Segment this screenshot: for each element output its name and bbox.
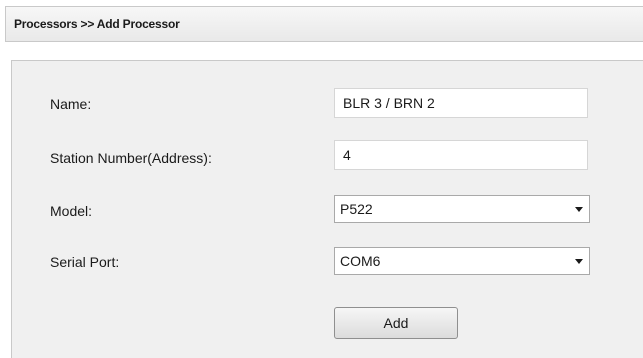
serial-port-dropdown[interactable]: COM6: [334, 247, 590, 275]
chevron-down-icon[interactable]: [575, 259, 583, 264]
name-label: Name:: [50, 96, 92, 112]
model-dropdown[interactable]: P522: [334, 195, 590, 223]
add-button[interactable]: Add: [334, 307, 458, 339]
station-number-label: Station Number(Address):: [50, 150, 212, 166]
serial-port-selected-value: COM6: [340, 253, 381, 269]
add-processor-page: Processors >> Add Processor Name: Statio…: [0, 0, 643, 358]
name-field[interactable]: [334, 88, 588, 118]
page-header: Processors >> Add Processor: [5, 6, 643, 42]
serial-port-label: Serial Port:: [50, 254, 120, 270]
station-number-field[interactable]: [334, 140, 588, 170]
chevron-down-icon[interactable]: [575, 207, 583, 212]
model-selected-value: P522: [340, 201, 373, 217]
add-processor-form: Name: Station Number(Address): Model: P5…: [11, 60, 643, 358]
model-label: Model:: [50, 203, 93, 219]
breadcrumb: Processors >> Add Processor: [14, 17, 180, 31]
